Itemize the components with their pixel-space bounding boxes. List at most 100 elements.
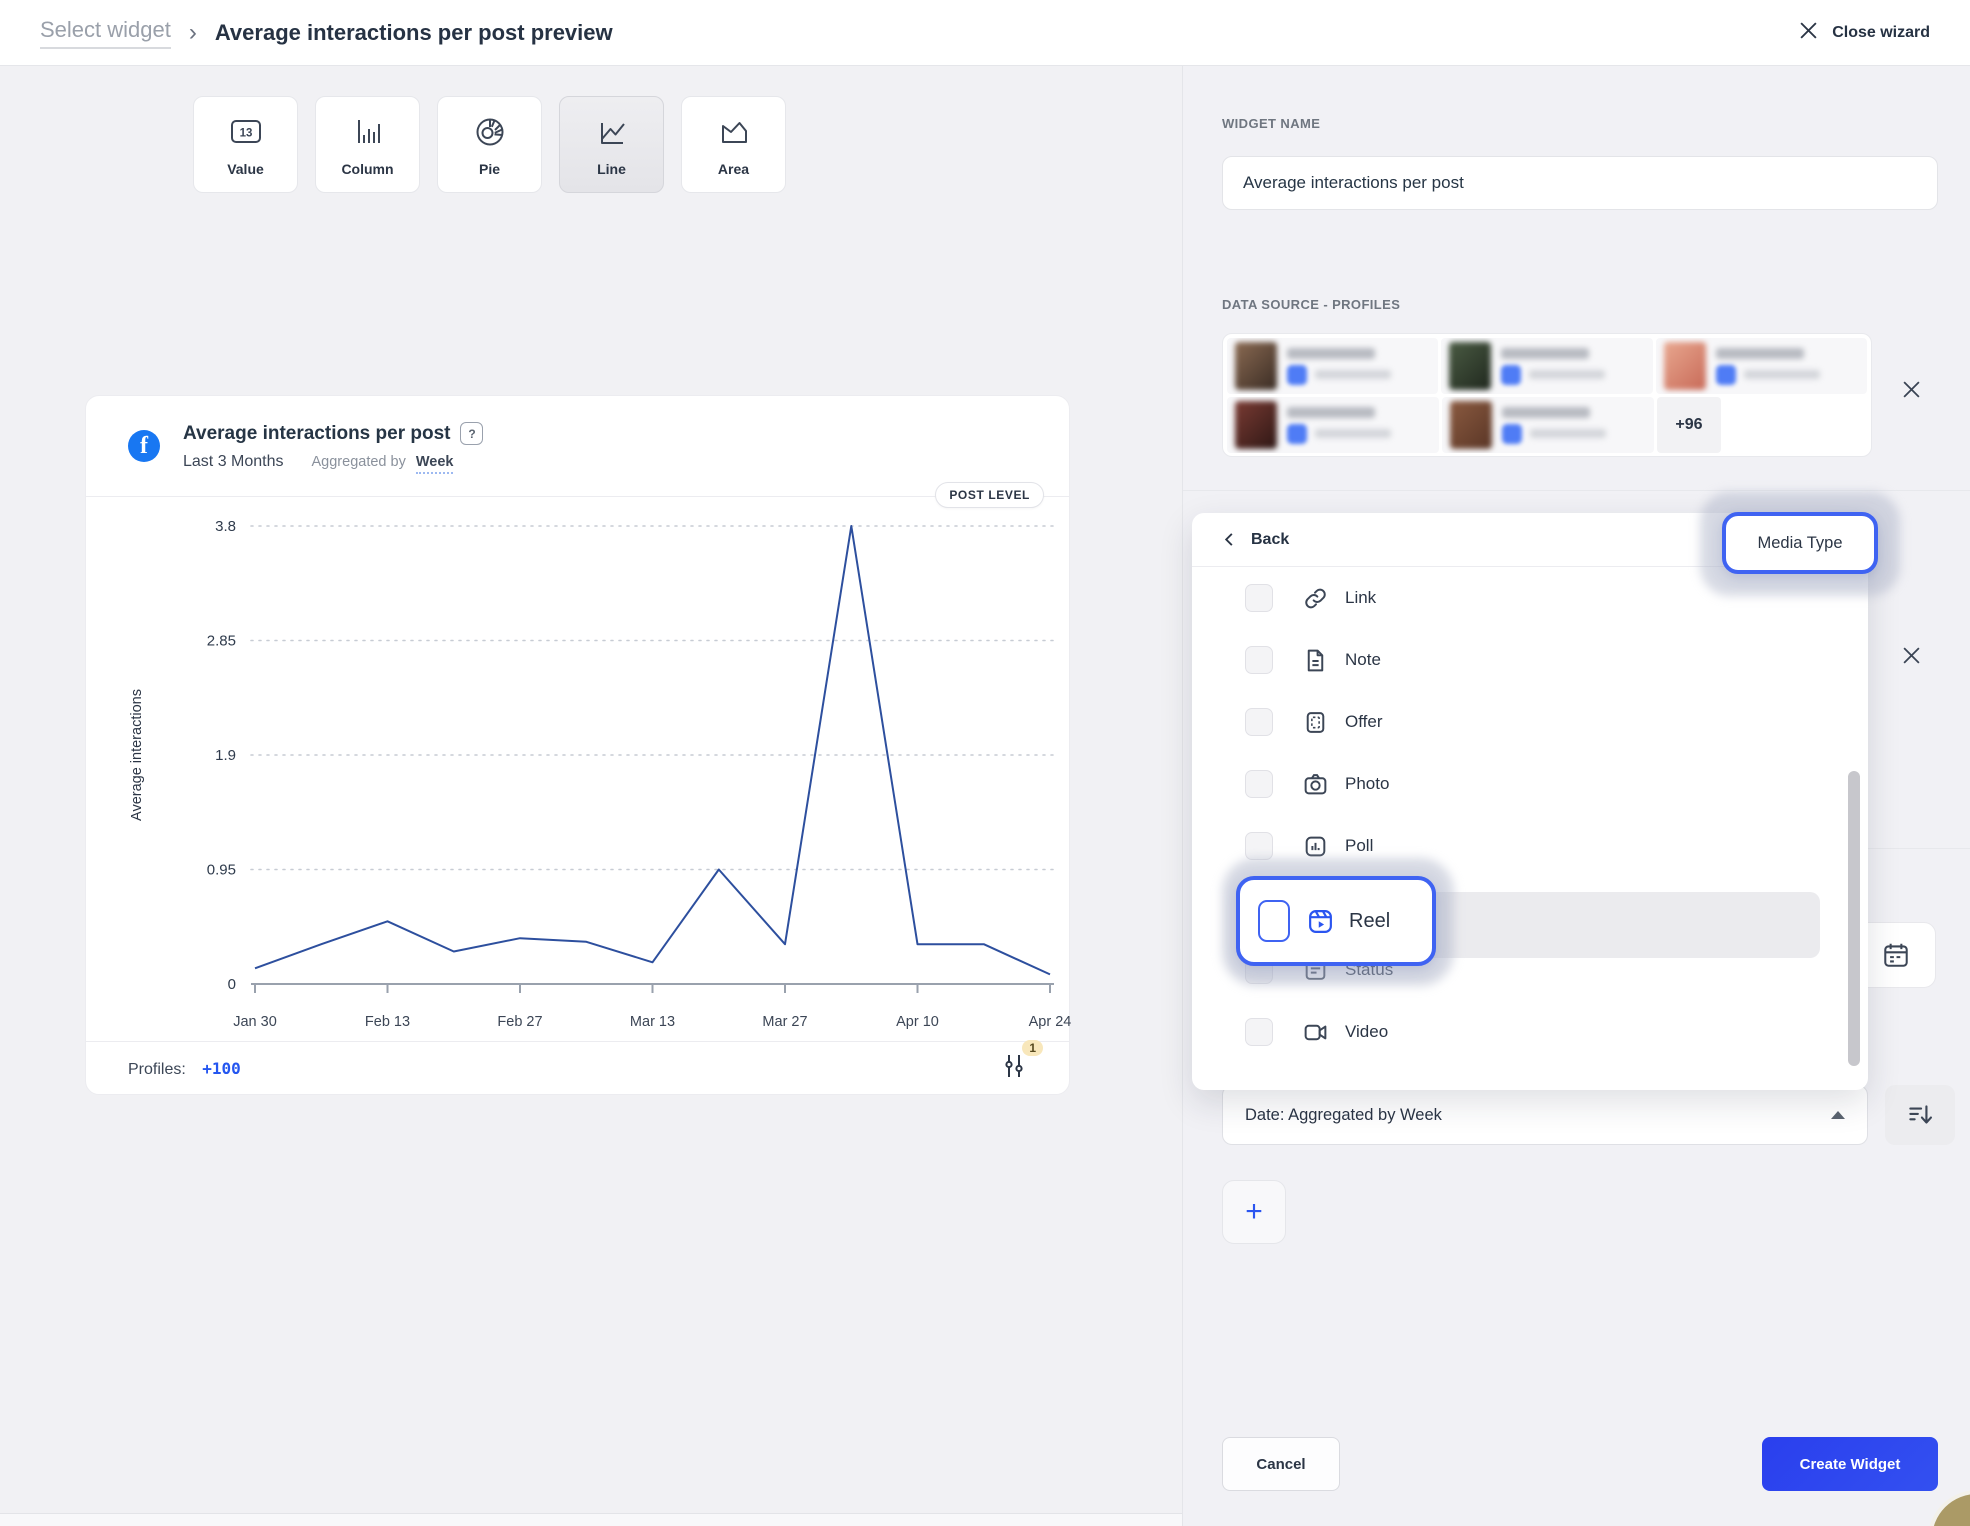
column-icon <box>347 112 389 157</box>
date-aggregation-value: Date: Aggregated by Week <box>1245 1106 1442 1125</box>
widget-type-value[interactable]: 13 Value <box>193 96 298 193</box>
reel-checkbox[interactable] <box>1258 900 1290 942</box>
sliders-icon <box>1001 1052 1027 1080</box>
media-type-option-label: Poll <box>1345 836 1373 856</box>
add-metric-button[interactable]: + <box>1222 1180 1286 1244</box>
checkbox[interactable] <box>1245 1018 1273 1046</box>
sort-button[interactable] <box>1885 1085 1955 1145</box>
date-aggregation-select[interactable]: Date: Aggregated by Week <box>1222 1085 1868 1145</box>
poll-icon <box>1302 833 1329 860</box>
facebook-badge-icon <box>1716 365 1736 385</box>
bottom-scroll-strip <box>0 1513 1182 1526</box>
svg-text:13: 13 <box>239 128 252 140</box>
create-widget-button[interactable]: Create Widget <box>1762 1437 1938 1491</box>
link-icon <box>1302 585 1329 612</box>
media-type-option-video[interactable]: Video <box>1192 1001 1868 1063</box>
photo-icon <box>1302 771 1329 798</box>
media-type-option-label: Video <box>1345 1022 1388 1042</box>
preview-subtitle: Last 3 Months Aggregated by Week <box>183 453 453 474</box>
svg-text:Apr 10: Apr 10 <box>896 1014 939 1030</box>
profile-text-blur <box>1716 348 1820 385</box>
svg-text:2.85: 2.85 <box>207 633 236 650</box>
media-type-option-label: Photo <box>1345 774 1389 794</box>
page-title: Average interactions per post preview <box>215 20 613 46</box>
aggregated-value[interactable]: Week <box>416 454 454 474</box>
area-icon <box>713 112 755 157</box>
chart-filter-button[interactable]: 1 <box>1001 1052 1027 1085</box>
reel-icon <box>1306 907 1335 936</box>
media-type-tour-button[interactable]: Media Type <box>1722 512 1878 574</box>
avatar <box>1450 401 1492 449</box>
profile-item[interactable] <box>1227 338 1438 394</box>
media-type-dropdown: Back LinkNoteOfferPhotoPollReelStatusVid… <box>1192 513 1868 1090</box>
media-type-option-label: Note <box>1345 650 1381 670</box>
widget-type-pie[interactable]: Pie <box>437 96 542 193</box>
dropdown-scrollbar[interactable] <box>1848 771 1860 1066</box>
widget-type-label: Line <box>597 161 626 177</box>
profile-text-blur <box>1287 407 1391 444</box>
help-icon[interactable]: ? <box>460 422 483 445</box>
plus-icon: + <box>1245 1197 1263 1227</box>
breadcrumb-select-widget[interactable]: Select widget <box>40 17 171 49</box>
aggregated-prefix: Aggregated by <box>312 454 406 470</box>
widget-type-selector: 13 Value Column Pie Line Area <box>193 96 786 193</box>
widget-type-column[interactable]: Column <box>315 96 420 193</box>
widget-type-label: Value <box>227 161 264 177</box>
panel-section-divider-2 <box>1868 848 1970 849</box>
data-source-profiles[interactable]: +96 <box>1222 333 1872 457</box>
media-type-option-label: Offer <box>1345 712 1382 732</box>
svg-text:Jan 30: Jan 30 <box>233 1014 277 1030</box>
profile-text-blur <box>1287 348 1391 385</box>
profiles-summary: Profiles: +100 <box>128 1059 241 1079</box>
svg-text:0.95: 0.95 <box>207 862 236 879</box>
widget-type-label: Pie <box>479 161 500 177</box>
filter-count-badge: 1 <box>1022 1040 1043 1056</box>
close-icon <box>1799 21 1818 45</box>
avatar <box>1664 342 1706 390</box>
video-icon <box>1302 1019 1329 1046</box>
chevron-up-icon <box>1831 1111 1845 1119</box>
reel-label: Reel <box>1349 910 1390 933</box>
media-type-option-note[interactable]: Note <box>1192 629 1868 691</box>
svg-text:3.8: 3.8 <box>215 518 236 535</box>
widget-type-area[interactable]: Area <box>681 96 786 193</box>
remove-filter-icon[interactable] <box>1902 646 1921 670</box>
card-footer: Profiles: +100 1 <box>86 1042 1069 1095</box>
media-type-label: Media Type <box>1758 534 1843 553</box>
profile-item[interactable] <box>1441 338 1652 394</box>
media-type-option-photo[interactable]: Photo <box>1192 753 1868 815</box>
value-icon: 13 <box>225 112 267 157</box>
widget-type-label: Area <box>718 161 749 177</box>
profiles-overflow-button[interactable]: +96 <box>1657 397 1721 453</box>
profile-item[interactable] <box>1227 397 1439 453</box>
date-filter-button[interactable] <box>1856 922 1936 988</box>
facebook-badge-icon <box>1287 365 1307 385</box>
facebook-badge-icon <box>1501 365 1521 385</box>
profile-item[interactable] <box>1442 397 1654 453</box>
svg-text:Mar 13: Mar 13 <box>630 1014 675 1030</box>
widget-name-input[interactable] <box>1222 156 1938 210</box>
checkbox[interactable] <box>1245 708 1273 736</box>
checkbox[interactable] <box>1245 584 1273 612</box>
card-divider <box>86 496 1069 497</box>
line-icon <box>591 112 633 157</box>
data-source-label: DATA SOURCE - PROFILES <box>1222 297 1400 312</box>
media-type-option-offer[interactable]: Offer <box>1192 691 1868 753</box>
checkbox[interactable] <box>1245 646 1273 674</box>
widget-type-line[interactable]: Line <box>559 96 664 193</box>
offer-icon <box>1302 709 1329 736</box>
profile-item[interactable] <box>1656 338 1867 394</box>
media-type-option-label: Link <box>1345 588 1376 608</box>
checkbox[interactable] <box>1245 770 1273 798</box>
note-icon <box>1302 647 1329 674</box>
preview-chart: 00.951.92.853.8Jan 30Feb 13Feb 27Mar 13M… <box>86 396 1071 1041</box>
cancel-button[interactable]: Cancel <box>1222 1437 1340 1491</box>
calendar-icon <box>1881 940 1911 970</box>
widget-preview-card: f Average interactions per post ? Last 3… <box>85 395 1070 1095</box>
media-type-list: LinkNoteOfferPhotoPollReelStatusVideo <box>1192 567 1868 1063</box>
remove-data-source-icon[interactable] <box>1902 380 1921 404</box>
reel-tour-option[interactable]: Reel <box>1236 876 1436 966</box>
checkbox[interactable] <box>1245 832 1273 860</box>
profiles-count-link[interactable]: +100 <box>202 1059 241 1078</box>
close-wizard-button[interactable]: Close wizard <box>1799 21 1930 45</box>
